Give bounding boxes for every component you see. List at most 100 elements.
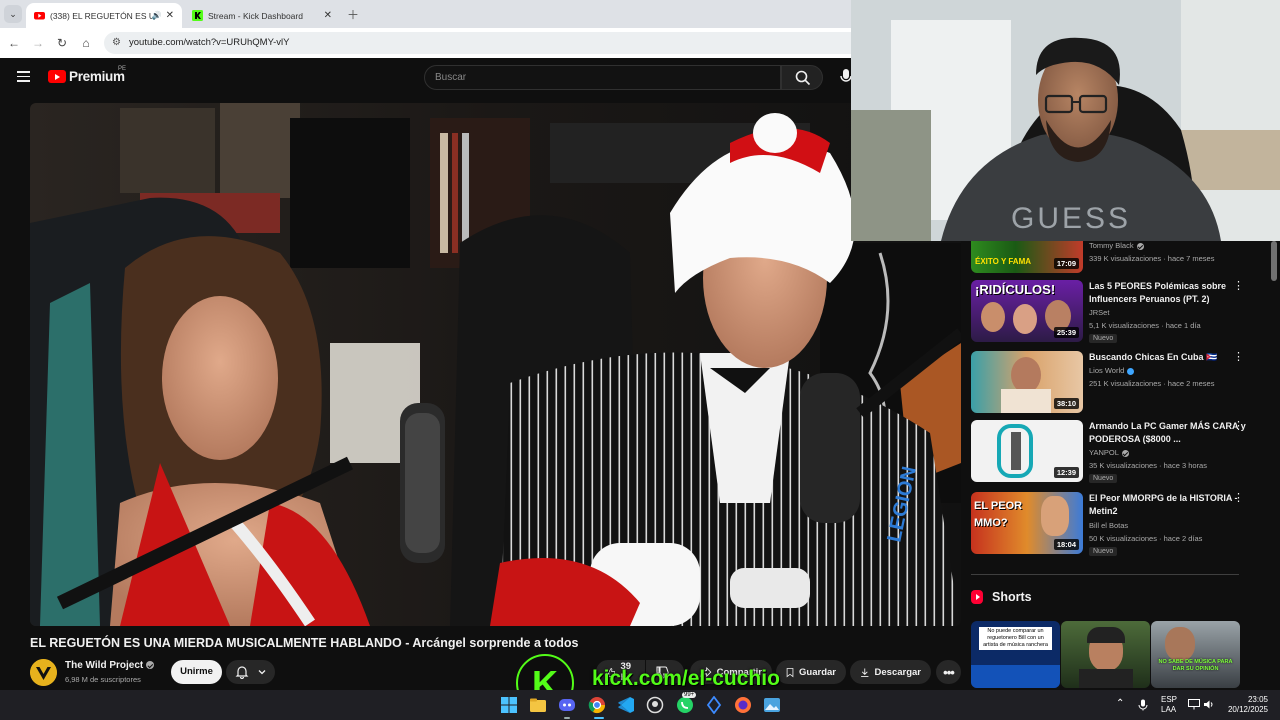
recommendation-item[interactable]: ÉXITO Y FAMA 17:09 Tommy Black 339 K vis… (971, 241, 1271, 273)
recommendation-title: El Peor MMORPG de la HISTORIA - Metin2 (1089, 493, 1238, 516)
verified-icon (1121, 449, 1129, 457)
tab-youtube[interactable]: (338) EL REGUETÓN ES UNA MIERDA 🔊 ✕ (26, 3, 182, 28)
more-vertical-icon[interactable]: ⋮ (1233, 352, 1244, 363)
recommendation-channel: Lios World (1089, 366, 1135, 375)
more-vertical-icon[interactable]: ⋮ (1233, 493, 1244, 504)
channel-name[interactable]: The Wild Project (65, 660, 155, 671)
recommendation-item[interactable]: EL PEOR MMO? 18:04 El Peor MMORPG de la … (971, 492, 1271, 556)
save-label: Guardar (799, 666, 836, 678)
tab-search-button[interactable]: ⌄ (4, 5, 22, 23)
home-icon[interactable]: ⌂ (78, 35, 94, 51)
logo-text: Premium (69, 69, 125, 84)
file-explorer-icon[interactable] (529, 696, 547, 714)
tab-title: (338) EL REGUETÓN ES UNA MIERDA (50, 10, 152, 21)
channel-text: YANPOL (1089, 448, 1119, 457)
kick-favicon-icon (192, 10, 203, 21)
language-bottom: LAA (1161, 705, 1177, 714)
network-icon[interactable] (1188, 699, 1200, 710)
close-tab-icon[interactable]: ✕ (166, 10, 174, 21)
microphone-tray-icon[interactable] (1138, 699, 1148, 711)
video-thumbnail[interactable]: ÉXITO Y FAMA 17:09 (971, 241, 1083, 273)
scrollbar[interactable] (1271, 241, 1277, 281)
firefox-icon[interactable] (734, 696, 752, 714)
back-icon[interactable]: ← (6, 35, 22, 51)
new-tab-icon[interactable]: ＋ (347, 6, 359, 23)
keyboard-language[interactable]: ESP LAA (1161, 695, 1177, 715)
search-input[interactable]: Buscar (424, 65, 781, 90)
webcam-overlay: GUESS (851, 0, 1280, 241)
notifications-button[interactable] (226, 660, 275, 684)
volume-icon[interactable] (1203, 699, 1215, 710)
new-badge: Nuevo (1089, 334, 1118, 343)
recommendation-item[interactable]: 38:10 Buscando Chicas En Cuba 🇨🇺 Lios Wo… (971, 351, 1271, 413)
short-item[interactable]: No puede comparar un reguetonero Bill co… (971, 621, 1060, 688)
more-actions-button[interactable]: ••• (936, 660, 961, 684)
reload-icon[interactable]: ↻ (54, 35, 70, 51)
hamburger-menu-icon[interactable] (17, 71, 30, 82)
more-vertical-icon[interactable]: ⋮ (1233, 421, 1244, 432)
url-bar[interactable]: ⚙ youtube.com/watch?v=URUhQMY-vlY (104, 32, 851, 54)
vscode-icon[interactable] (617, 696, 635, 714)
recommendation-item[interactable]: ¡RIDÍCULOS! 25:39 Las 5 PEORES Polémicas… (971, 280, 1271, 343)
new-badge: Nuevo (1089, 547, 1118, 556)
join-button[interactable]: Unirme (171, 660, 222, 684)
recommendation-meta: 251 K visualizaciones · hace 2 meses (1089, 379, 1215, 388)
recommendation-channel: Tommy Black (1089, 241, 1144, 250)
webcam-frame: GUESS (851, 0, 1280, 241)
recommendation-title: Buscando Chicas En Cuba 🇨🇺 (1089, 352, 1218, 362)
thumbnail-text: ¡RIDÍCULOS! (975, 282, 1056, 297)
photos-icon[interactable] (763, 696, 781, 714)
clock-time: 23:05 (1247, 695, 1268, 704)
shorts-heading: Shorts (971, 590, 1032, 604)
recommendation-meta: 339 K visualizaciones · hace 7 meses (1089, 254, 1215, 263)
save-button[interactable]: Guardar (776, 660, 846, 684)
search-placeholder: Buscar (435, 72, 467, 83)
more-vertical-icon[interactable]: ⋮ (1233, 281, 1244, 292)
recommendation-meta: 35 K visualizaciones · hace 3 horas (1089, 461, 1207, 470)
section-divider (971, 574, 1239, 575)
channel-text: Lios World (1089, 366, 1125, 375)
chrome-icon[interactable] (588, 696, 606, 714)
search-button[interactable] (781, 65, 823, 90)
thumbnail-text: ÉXITO Y FAMA (975, 257, 1032, 266)
site-info-icon[interactable]: ⚙ (112, 32, 121, 54)
clock[interactable]: 23:05 20/12/2025 (1226, 695, 1268, 715)
discord-icon[interactable] (558, 696, 576, 714)
whatsapp-icon[interactable] (676, 696, 694, 714)
microphone-icon (840, 69, 851, 82)
video-player[interactable]: LEGION (30, 103, 961, 626)
download-button[interactable]: Descargar (850, 660, 931, 684)
language-top: ESP (1161, 695, 1178, 704)
forward-icon[interactable]: → (30, 35, 46, 51)
windows-start-icon[interactable] (500, 696, 518, 714)
video-thumbnail[interactable]: 38:10 (971, 351, 1083, 413)
verified-icon (146, 661, 155, 670)
video-title: EL REGUETÓN ES UNA MIERDA MUSICALMENTE H… (30, 636, 579, 650)
close-tab-icon[interactable]: ✕ (324, 10, 332, 21)
download-label: Descargar (874, 666, 921, 678)
video-thumbnail[interactable]: ¡RIDÍCULOS! 25:39 (971, 280, 1083, 342)
channel-text: Tommy Black (1089, 241, 1134, 250)
github-icon[interactable] (646, 696, 664, 714)
video-thumbnail[interactable]: 12:39 (971, 420, 1083, 482)
short-item[interactable] (1061, 621, 1150, 688)
youtube-header: Premium PE Buscar (0, 58, 851, 98)
tab-audio-icon[interactable]: 🔊 (152, 11, 162, 20)
video-thumbnail[interactable]: EL PEOR MMO? 18:04 (971, 492, 1083, 554)
video-duration: 17:09 (1053, 258, 1079, 269)
search-icon (795, 70, 811, 86)
tab-title: Stream - Kick Dashboard (208, 10, 303, 21)
clock-date: 20/12/2025 (1227, 705, 1268, 714)
browser-chrome: ⌄ (338) EL REGUETÓN ES UNA MIERDA 🔊 ✕ St… (0, 0, 851, 58)
short-item[interactable]: NO SABE DE MÚSICA PARA DAR SU OPINIÓN (1151, 621, 1240, 688)
kick-channel-url: kick.com/el-cuchio (592, 667, 780, 690)
channel-avatar[interactable] (30, 659, 57, 686)
tab-kick-dashboard[interactable]: Stream - Kick Dashboard ✕ (184, 3, 340, 28)
voice-search-button[interactable] (833, 67, 851, 87)
video-duration: 38:10 (1053, 398, 1079, 409)
show-hidden-icons[interactable]: ⌃ (1116, 698, 1124, 709)
short-caption: No puede comparar un reguetonero Bill co… (979, 627, 1052, 650)
recommendation-item[interactable]: 12:39 Armando La PC Gamer MÁS CARA y POD… (971, 420, 1271, 483)
youtube-premium-logo[interactable]: Premium PE (48, 66, 126, 84)
kick-studio-icon[interactable] (705, 696, 723, 714)
